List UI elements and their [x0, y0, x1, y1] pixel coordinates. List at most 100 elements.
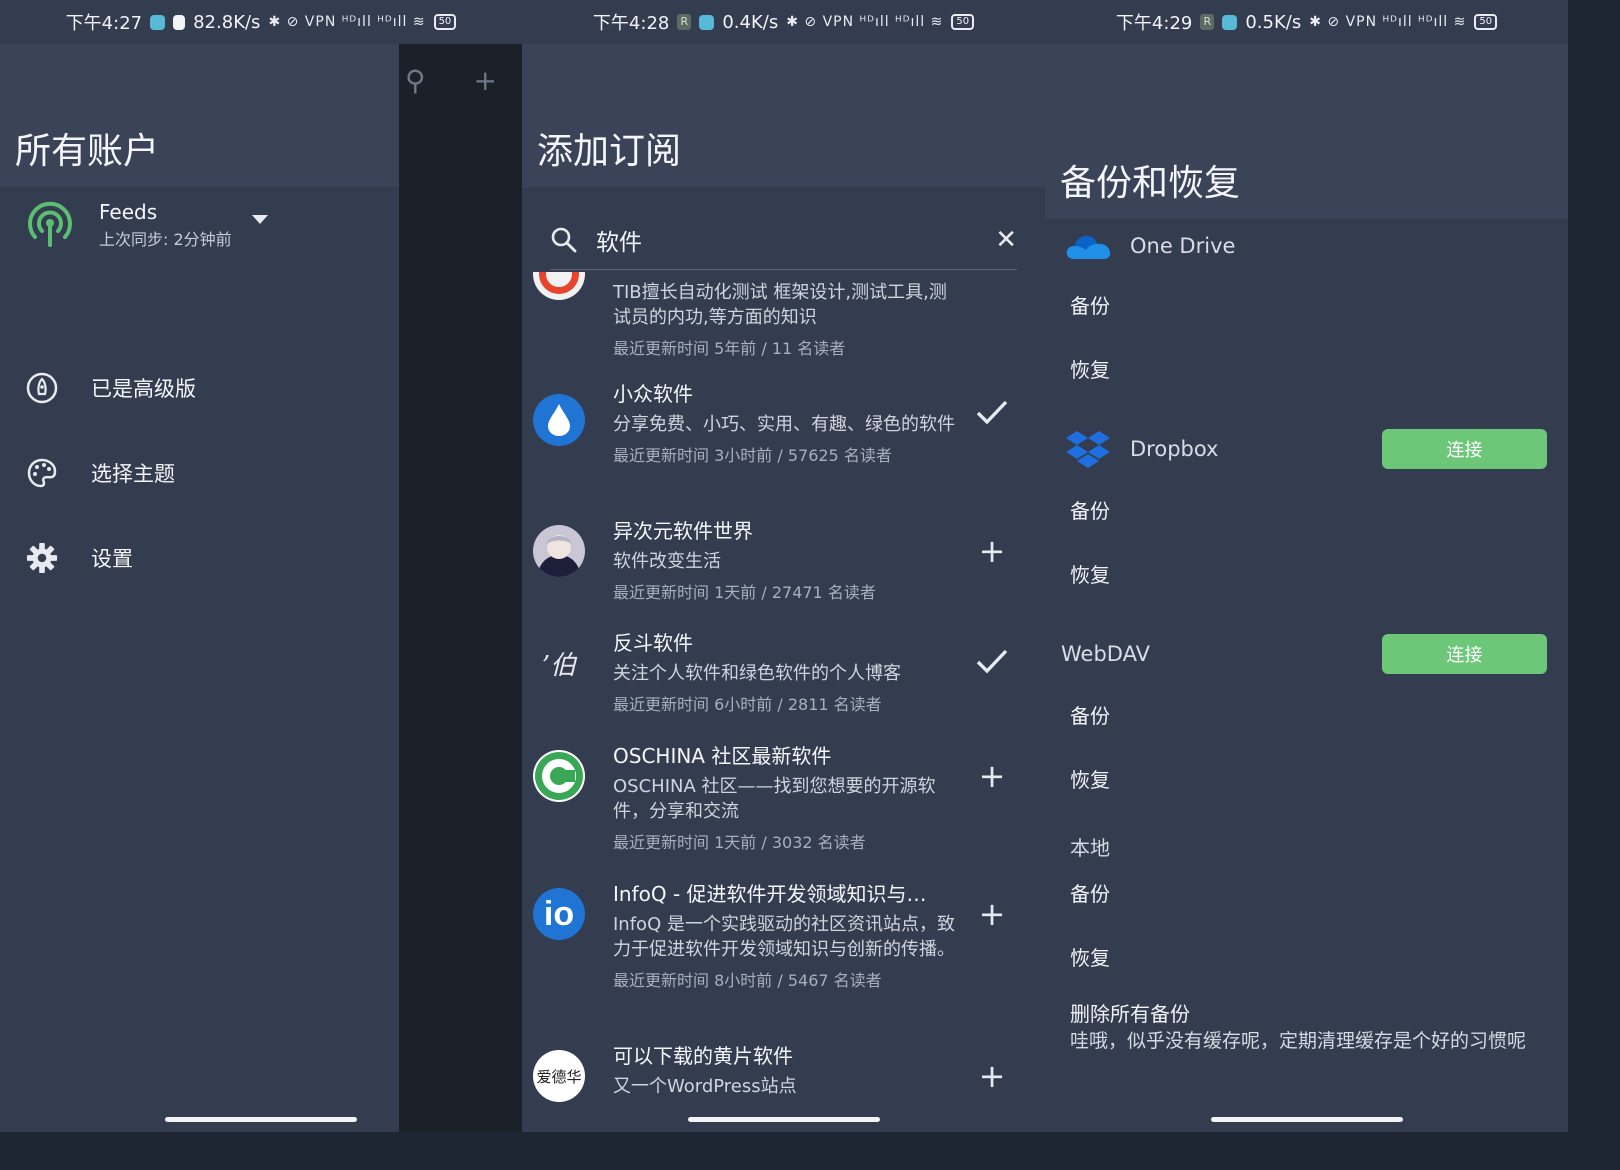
app-notification-icon: [699, 14, 715, 30]
webdav-connect-button[interactable]: 连接: [1382, 634, 1547, 674]
dropbox-icon: [1061, 429, 1115, 469]
network-speed: 0.5K/s: [1245, 11, 1302, 33]
feed-avatar: io: [533, 888, 585, 940]
feed-title: 小众软件: [613, 382, 693, 406]
feed-avatar: [533, 750, 585, 802]
webdav-backup[interactable]: 备份: [1070, 700, 1110, 729]
battery-icon: 50: [951, 14, 975, 30]
feed-title: InfoQ - 促进软件开发领域知识与…: [613, 882, 927, 906]
webdav-restore[interactable]: 恢复: [1070, 764, 1110, 793]
dropdown-caret-icon[interactable]: [251, 214, 268, 224]
feed-description: 又一个WordPress站点: [613, 1076, 797, 1097]
status-bar: 下午4:29 R 0.5K/s ✱ ⊘ VPN ᴴᴰıll ᴴᴰıll ≋ 50: [1045, 0, 1568, 44]
r-badge-icon: R: [1200, 14, 1215, 30]
screen-accounts-drawer: 下午4:27 82.8K/s ✱ ⊘ VPN ᴴᴰıll ᴴᴰıll ≋ 50 …: [0, 0, 522, 1132]
feed-avatar: ’伯: [533, 637, 585, 689]
onedrive-cloud-icon: [1061, 226, 1115, 266]
account-name: Feeds: [99, 200, 158, 224]
palette-icon: [26, 457, 58, 489]
delete-description: 哇哦，似乎没有缓存呢，定期清理缓存是个好的习惯呢: [1070, 1030, 1527, 1052]
network-speed: 0.4K/s: [722, 11, 779, 33]
drawer-header: 所有账户: [0, 44, 399, 187]
dropbox-restore[interactable]: 恢复: [1070, 559, 1110, 588]
account-sync-status: 上次同步: 2分钟前: [99, 230, 232, 249]
dropbox-connect-button[interactable]: 连接: [1382, 429, 1547, 469]
provider-label: WebDAV: [1061, 642, 1150, 666]
status-time: 下午4:27: [65, 13, 143, 34]
status-time: 下午4:28: [592, 13, 670, 34]
provider-webdav: WebDAV 连接: [1061, 634, 1547, 674]
subscribed-check-icon[interactable]: [970, 390, 1014, 434]
status-icons: ✱ ⊘ VPN ᴴᴰıll ᴴᴰıll ≋: [786, 14, 944, 30]
add-icon: +: [473, 64, 497, 97]
provider-dropbox: Dropbox 连接: [1061, 429, 1547, 469]
provider-label: One Drive: [1130, 234, 1236, 258]
feed-title: OSCHINA 社区最新软件: [613, 744, 832, 768]
list-item[interactable]: TIB擅长自动化测试 框架设计,测试工具,测试员的内功,等方面的知识 最近更新时…: [522, 272, 1045, 362]
feed-description: 软件改变生活: [613, 551, 721, 572]
home-indicator[interactable]: [1210, 1117, 1403, 1122]
app-bar: 添加订阅: [522, 44, 1045, 187]
page-title: 备份和恢复: [1060, 163, 1241, 204]
clear-search-icon[interactable]: ✕: [995, 225, 1017, 255]
feed-meta: 最近更新时间 1天前 / 27471 名读者: [613, 583, 876, 602]
search-bar[interactable]: 软件 ✕: [550, 210, 1017, 270]
page-title: 添加订阅: [537, 131, 682, 172]
status-time: 下午4:29: [1115, 13, 1193, 34]
feed-title: 可以下载的黄片软件: [613, 1044, 793, 1068]
delete-all-backups[interactable]: 删除所有备份: [1070, 998, 1190, 1027]
status-icons: ✱ ⊘ VPN ᴴᴰıll ᴴᴰıll ≋: [1309, 14, 1467, 30]
onedrive-restore[interactable]: 恢复: [1070, 354, 1110, 383]
home-indicator[interactable]: [687, 1117, 880, 1122]
rocket-icon: [26, 372, 58, 404]
feed-meta: 最近更新时间 3小时前 / 57625 名读者: [613, 446, 892, 465]
status-icons: ✱ ⊘ VPN ᴴᴰıll ᴴᴰıll ≋: [268, 14, 426, 30]
feed-title: 异次元软件世界: [613, 519, 753, 543]
search-icon: [551, 227, 577, 252]
search-input[interactable]: 软件: [596, 223, 995, 257]
feed-description: 关注个人软件和绿色软件的个人博客: [613, 663, 901, 684]
screen-backup-restore: 下午4:29 R 0.5K/s ✱ ⊘ VPN ᴴᴰıll ᴴᴰıll ≋ 50…: [1045, 0, 1568, 1132]
feed-meta: 最近更新时间 8小时前 / 5467 名读者: [613, 971, 882, 990]
feed-meta: 最近更新时间 5年前 / 11 名读者: [613, 339, 846, 358]
menu-item-theme[interactable]: 选择主题: [26, 457, 175, 489]
feed-meta: 最近更新时间 6小时前 / 2811 名读者: [613, 695, 882, 714]
add-feed-icon[interactable]: +: [970, 754, 1014, 798]
provider-onedrive: One Drive: [1061, 226, 1547, 266]
feed-description: InfoQ 是一个实践驱动的社区资讯站点，致力于促进软件开发领域知识与创新的传播…: [613, 914, 955, 960]
app-notification-icon: [150, 14, 166, 30]
feed-description: OSCHINA 社区——找到您想要的开源软件，分享和交流: [613, 776, 936, 822]
add-feed-icon[interactable]: +: [970, 892, 1014, 936]
battery-icon: 50: [1474, 14, 1498, 30]
network-speed: 82.8K/s: [193, 11, 261, 33]
app-notification-icon: [1222, 14, 1238, 30]
search-icon: ⚲: [405, 64, 426, 97]
local-section-label: 本地: [1070, 836, 1110, 860]
status-bar: 下午4:28 R 0.4K/s ✱ ⊘ VPN ᴴᴰıll ᴴᴰıll ≋ 50: [522, 0, 1045, 44]
account-switcher[interactable]: Feeds 上次同步: 2分钟前: [26, 200, 268, 250]
drawer-title: 所有账户: [15, 131, 160, 172]
feed-title: 反斗软件: [613, 631, 693, 655]
r-badge-icon: R: [677, 14, 692, 30]
onedrive-backup[interactable]: 备份: [1070, 290, 1110, 319]
feed-meta: 最近更新时间 1天前 / 3032 名读者: [613, 833, 866, 852]
home-indicator[interactable]: [165, 1117, 357, 1122]
menu-item-settings[interactable]: 设置: [26, 542, 133, 574]
add-feed-icon[interactable]: +: [970, 529, 1014, 573]
feed-description: TIB擅长自动化测试 框架设计,测试工具,测试员的内功,等方面的知识: [613, 282, 947, 328]
menu-label-settings: 设置: [91, 547, 133, 571]
dropbox-backup[interactable]: 备份: [1070, 495, 1110, 524]
gear-icon: [26, 542, 58, 574]
local-restore[interactable]: 恢复: [1070, 942, 1110, 971]
feed-description: 分享免费、小巧、实用、有趣、绿色的软件: [613, 414, 955, 435]
drawer-scrim[interactable]: ⚲ +: [399, 44, 522, 1132]
menu-item-premium[interactable]: 已是高级版: [26, 372, 196, 404]
menu-label-premium: 已是高级版: [91, 377, 196, 401]
local-backup[interactable]: 备份: [1070, 878, 1110, 907]
screen-add-subscription: 下午4:28 R 0.4K/s ✱ ⊘ VPN ᴴᴰıll ᴴᴰıll ≋ 50…: [522, 0, 1045, 1132]
add-feed-icon[interactable]: +: [970, 1054, 1014, 1098]
subscribed-check-icon[interactable]: [970, 639, 1014, 683]
feed-results-list: TIB擅长自动化测试 框架设计,测试工具,测试员的内功,等方面的知识 最近更新时…: [522, 272, 1045, 1132]
feed-avatar: [533, 272, 585, 300]
battery-icon: 50: [433, 14, 457, 30]
